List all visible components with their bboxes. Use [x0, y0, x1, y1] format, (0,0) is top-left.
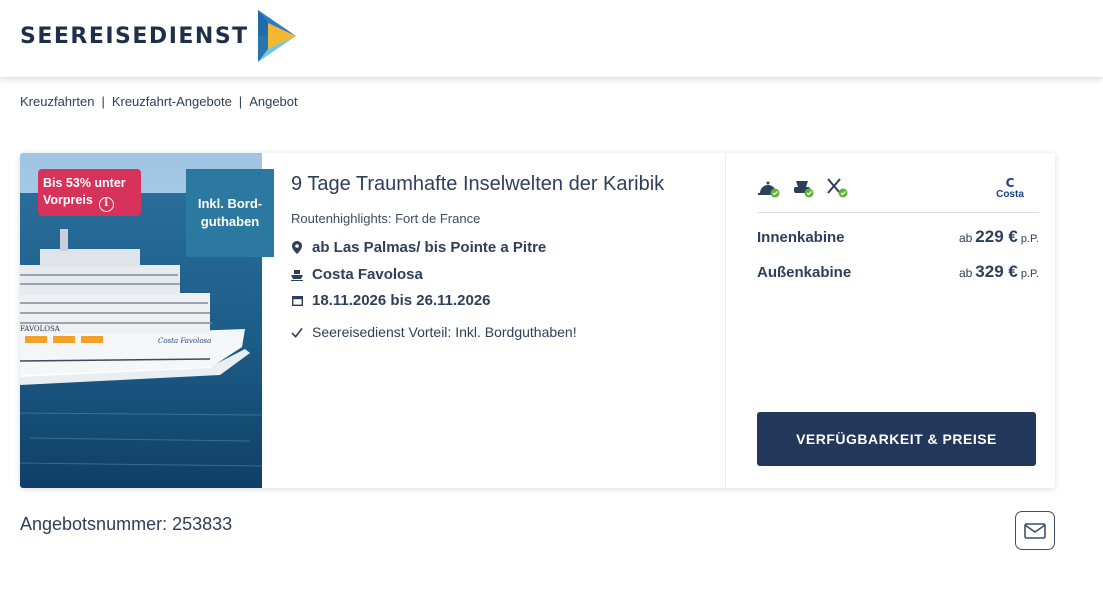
breadcrumb-item[interactable]: Angebot	[249, 94, 297, 109]
discount-badge[interactable]: Bis 53% unter Vorpreis i	[38, 169, 141, 216]
breadcrumb: Kreuzfahrten | Kreuzfahrt-Angebote | Ang…	[20, 94, 298, 109]
brand-name: SEEREISEDIENST	[20, 23, 249, 49]
onboard-credit-badge: Inkl. Bord-guthaben	[186, 169, 274, 257]
offer-title[interactable]: 9 Tage Traumhafte Inselwelten der Karibi…	[291, 173, 664, 196]
breadcrumb-item[interactable]: Kreuzfahrten	[20, 94, 94, 109]
ship-row: Costa Favolosa	[291, 266, 423, 283]
check-icon	[291, 325, 303, 339]
logo-arrow-icon	[258, 10, 296, 62]
price-separator	[757, 212, 1039, 213]
price-suffix: p.P.	[1020, 268, 1039, 280]
vorteil-row: Seereisedienst Vorteil: Inkl. Bordguthab…	[291, 324, 577, 340]
date-text: 18.11.2026 bis 26.11.2026	[312, 292, 491, 309]
info-icon[interactable]: i	[98, 197, 114, 212]
mail-button[interactable]	[1015, 511, 1055, 550]
price-prefix: ab	[958, 266, 973, 280]
price-amount: 329 €	[975, 262, 1018, 281]
breadcrumb-separator: |	[101, 94, 105, 109]
site-header: SEEREISEDIENST	[0, 0, 1103, 78]
costa-wordmark: Costa	[996, 189, 1024, 200]
breadcrumb-item[interactable]: Kreuzfahrt-Angebote	[112, 94, 232, 109]
route-row: ab Las Palmas/ bis Pointe a Pitre	[291, 239, 546, 256]
date-row: 18.11.2026 bis 26.11.2026	[291, 292, 491, 309]
cabin-price: ab 229 € p.P.	[959, 227, 1039, 247]
breadcrumb-separator: |	[238, 94, 243, 109]
mail-icon	[1024, 522, 1046, 539]
included-features	[757, 177, 850, 199]
offer-number: Angebotsnummer: 253833	[20, 514, 233, 534]
route-highlights: Routenhighlights: Fort de France	[291, 211, 481, 226]
cabin-price: ab 329 € p.P.	[959, 262, 1039, 282]
brand-logo-link[interactable]: SEEREISEDIENST	[20, 10, 296, 62]
price-box: C Costa Innenkabine ab 229 € p.P. Außenkab…	[757, 153, 1039, 488]
cabin-name: Innenkabine	[757, 229, 845, 246]
price-amount: 229 €	[975, 227, 1018, 246]
availability-prices-button[interactable]: VERFÜGBARKEIT & PREISE	[757, 412, 1036, 466]
vorteil-text: Seereisedienst Vorteil: Inkl. Bordguthab…	[312, 324, 577, 340]
price-prefix: ab	[958, 231, 973, 245]
price-row-inside[interactable]: Innenkabine ab 229 € p.P.	[757, 227, 1039, 251]
meals-included-icon	[757, 177, 782, 199]
costa-logo[interactable]: C Costa	[993, 177, 1027, 201]
costa-c-mark: C	[1005, 176, 1015, 190]
dining-included-icon	[825, 177, 850, 199]
route-text: ab Las Palmas/ bis Pointe a Pitre	[312, 239, 547, 256]
cabin-name: Außenkabine	[757, 264, 852, 281]
ship-hull-script: Costa Favolosa	[158, 337, 211, 345]
ship-text: Costa Favolosa	[312, 266, 423, 283]
ship-icon	[291, 268, 303, 282]
offer-card: FAVOLOSA Costa Favolosa Bis 53% unter Vo…	[20, 153, 1055, 488]
drinks-included-icon	[791, 177, 816, 199]
location-pin-icon	[291, 241, 303, 255]
price-row-outside[interactable]: Außenkabine ab 329 € p.P.	[757, 262, 1039, 286]
calendar-icon	[291, 294, 303, 308]
price-suffix: p.P.	[1020, 233, 1039, 245]
card-divider	[725, 153, 726, 488]
ship-hull-name: FAVOLOSA	[20, 325, 61, 333]
